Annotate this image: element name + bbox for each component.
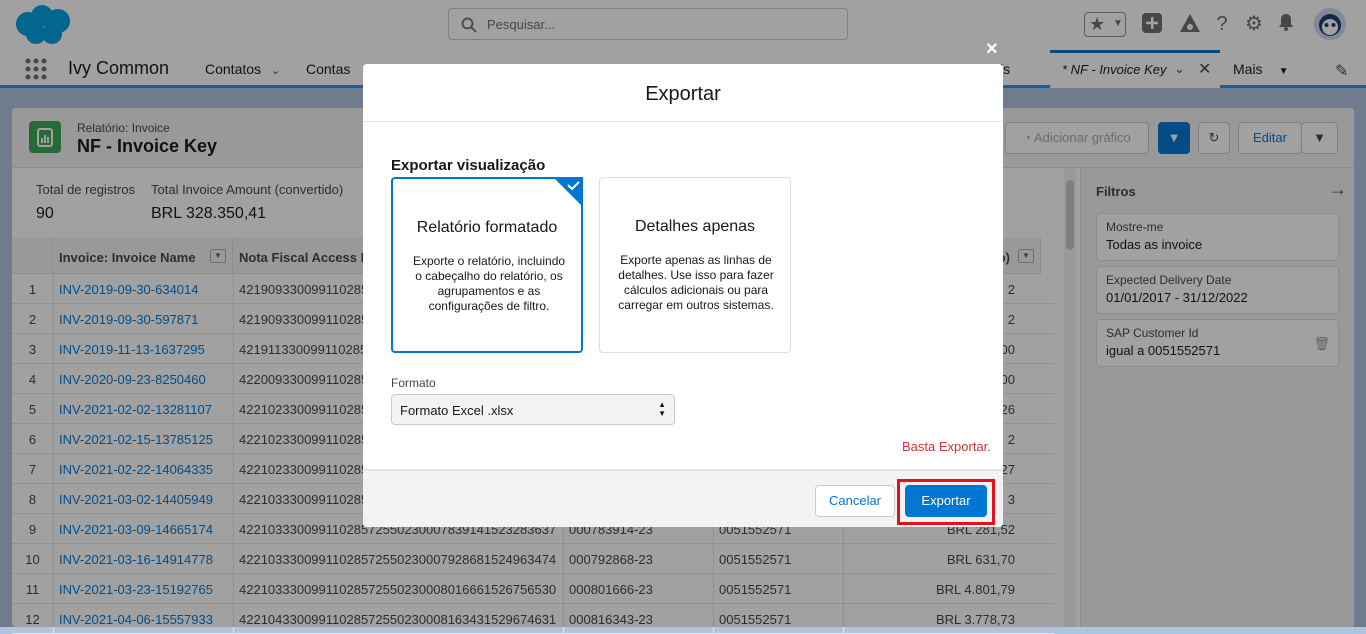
export-label: Exportar — [921, 493, 971, 508]
modal-title: Exportar — [645, 83, 721, 105]
cancel-button[interactable]: Cancelar — [815, 485, 895, 517]
option-title: Relatório formatado — [416, 219, 558, 236]
option-title: Detalhes apenas — [634, 218, 756, 235]
option-formatted-report[interactable]: Relatório formatado Exporte o relatório,… — [391, 177, 583, 353]
selected-check-icon — [553, 177, 583, 207]
modal-header: Exportar — [363, 64, 1003, 122]
option-description: Exporte o relatório, incluindo o cabeçal… — [412, 254, 566, 313]
format-label: Formato — [391, 376, 436, 390]
option-details-only[interactable]: Detalhes apenas Exporte apenas as linhas… — [599, 177, 791, 353]
modal-footer: Cancelar Exportar — [363, 469, 1003, 527]
format-select-value: Formato Excel .xlsx — [400, 403, 514, 418]
cancel-label: Cancelar — [828, 493, 882, 508]
modal-close-icon[interactable]: × — [986, 38, 998, 61]
export-button[interactable]: Exportar — [905, 485, 987, 517]
option-description: Exporte apenas as linhas de detalhes. Us… — [618, 253, 774, 312]
export-modal: Exportar Exportar visualização Relatório… — [363, 64, 1003, 527]
format-select[interactable]: Formato Excel .xlsx ▲ ▼ — [391, 394, 675, 425]
select-arrows-icon: ▲ ▼ — [658, 400, 666, 418]
hint-note: Basta Exportar. — [902, 439, 991, 454]
export-view-heading: Exportar visualização — [391, 157, 546, 174]
